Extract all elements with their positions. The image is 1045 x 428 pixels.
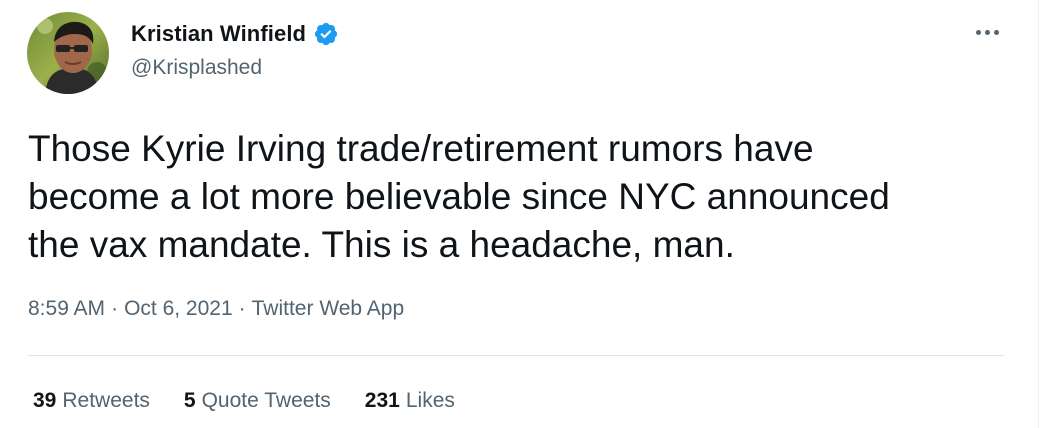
divider xyxy=(28,355,1004,356)
more-options-icon[interactable] xyxy=(970,20,1004,44)
meta-separator: · xyxy=(111,297,119,320)
likes-label: Likes xyxy=(405,389,455,412)
tweet-date[interactable]: Oct 6, 2021 xyxy=(124,297,233,321)
likes-stat[interactable]: 231 Likes xyxy=(365,389,455,413)
retweets-label: Retweets xyxy=(62,389,150,412)
avatar[interactable] xyxy=(27,12,109,94)
tweet-stats: 39 Retweets 5 Quote Tweets 231 Likes xyxy=(33,389,489,413)
author-name[interactable]: Kristian Winfield xyxy=(131,21,306,47)
quote-tweets-label: Quote Tweets xyxy=(201,389,331,412)
quote-tweets-count: 5 xyxy=(183,389,196,412)
verified-badge-icon xyxy=(313,21,339,47)
retweets-count: 39 xyxy=(33,389,57,412)
author-handle[interactable]: @Krisplashed xyxy=(131,56,262,80)
author-name-row: Kristian Winfield xyxy=(131,18,339,50)
meta-separator: · xyxy=(238,297,246,320)
tweet-time[interactable]: 8:59 AM xyxy=(28,297,105,321)
likes-count: 231 xyxy=(364,389,400,412)
tweet-source[interactable]: Twitter Web App xyxy=(252,297,405,321)
tweet-card: Kristian Winfield @Krisplashed Those Kyr… xyxy=(0,0,1045,428)
tweet-meta: 8:59 AM · Oct 6, 2021 · Twitter Web App xyxy=(28,297,404,321)
tweet-text: Those Kyrie Irving trade/retirement rumo… xyxy=(28,128,890,265)
retweets-stat[interactable]: 39 Retweets xyxy=(33,389,150,413)
quote-tweets-stat[interactable]: 5 Quote Tweets xyxy=(184,389,331,413)
card-border xyxy=(1038,0,1039,428)
